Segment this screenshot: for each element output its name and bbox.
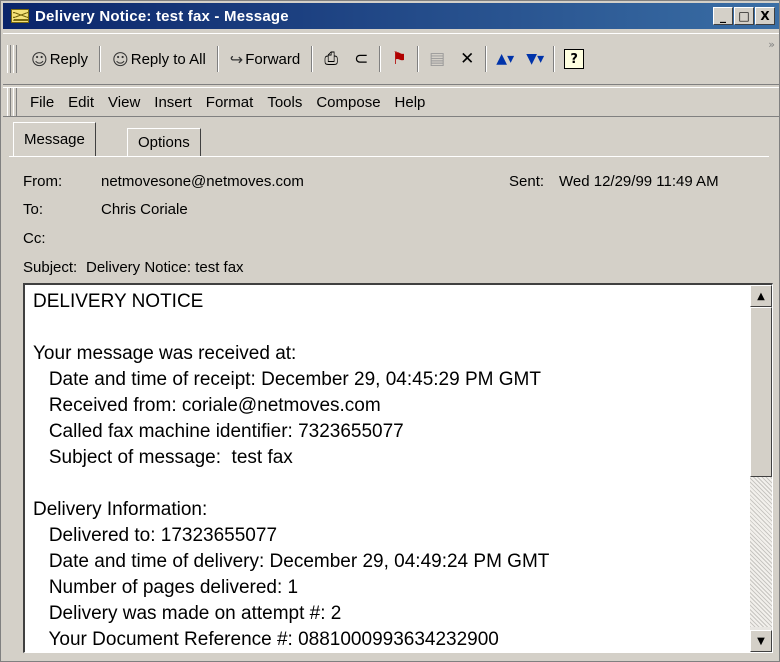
next-icon[interactable]: ▼▾ [520,44,550,74]
body-line [33,315,743,341]
print-icon[interactable]: ⎙ [316,44,346,74]
maximize-button[interactable]: □ [734,7,754,25]
menu-edit[interactable]: Edit [61,94,101,111]
to-value[interactable]: Chris Coriale [101,201,188,218]
reply-all-icon: ☺ [112,49,129,69]
body-line: Received from: coriale@netmoves.com [33,395,381,416]
sent-label: Sent: [509,173,545,190]
envelope-icon [11,9,29,23]
reply-all-label: Reply to All [130,50,206,68]
toolbar-separator [99,46,102,72]
scroll-thumb[interactable] [750,307,772,477]
tab-options[interactable]: Options [127,128,201,156]
menu-compose[interactable]: Compose [309,94,387,111]
menu-help[interactable]: Help [388,94,433,111]
reply-icon: ☺ [31,49,48,69]
body-line: Date and time of delivery: December 29, … [33,551,550,572]
reply-label: Reply [49,50,89,68]
scroll-track[interactable] [750,477,772,627]
close-button[interactable]: X [755,7,775,25]
toolbar-separator [216,46,219,72]
sent-value: Wed 12/29/99 11:49 AM [559,173,719,190]
message-body-text: DELIVERY NOTICE Your message was receive… [33,289,743,652]
toolbar-more-icon[interactable]: » [768,38,775,51]
body-line: Called fax machine identifier: 732365507… [33,421,404,442]
forward-label: Forward [245,50,301,68]
body-line: DELIVERY NOTICE [33,291,204,312]
toolbar-separator [379,46,382,72]
flag-icon[interactable]: ⚑ [384,44,414,74]
tab-message[interactable]: Message [13,122,96,156]
help-icon[interactable]: ? [564,49,585,69]
body-line: Date and time of receipt: December 29, 0… [33,369,541,390]
attach-icon[interactable]: ⊂ [346,44,376,74]
body-line: Your Document Reference #: 0881000993634… [33,629,499,650]
reply-button[interactable]: ☺ Reply [23,44,96,74]
forward-icon: ↪ [229,49,244,69]
toolbar-grip[interactable] [7,45,11,73]
message-window: Delivery Notice: test fax - Message _ □ … [0,0,780,662]
menu-grip-inner [13,88,17,116]
menu-file[interactable]: File [23,94,61,111]
body-line: Delivery was made on attempt #: 2 [33,603,342,624]
move-icon[interactable]: ▤ [422,44,452,74]
delete-icon[interactable]: ✕ [452,44,482,74]
title-bar[interactable]: Delivery Notice: test fax - Message _ □ … [3,3,779,29]
toolbar-separator [311,46,314,72]
forward-button[interactable]: ↪ Forward [222,44,308,74]
menu-bar: File Edit View Insert Format Tools Compo… [3,87,779,117]
subject-label: Subject: [23,259,78,276]
window-controls: _ □ X [712,7,775,25]
tab-divider [9,156,769,157]
vertical-scrollbar[interactable]: ▲ ▼ [750,285,772,652]
standard-toolbar: ☺ Reply ☺ Reply to All ↪ Forward ⎙ ⊂ ⚑ ▤… [3,33,779,85]
body-line [33,471,743,497]
minimize-button[interactable]: _ [713,7,733,25]
message-body[interactable]: DELIVERY NOTICE Your message was receive… [23,283,773,653]
reply-all-button[interactable]: ☺ Reply to All [104,44,214,74]
body-line: Number of pages delivered: 1 [33,577,299,598]
toolbar-separator [553,46,556,72]
menu-view[interactable]: View [101,94,147,111]
window-title: Delivery Notice: test fax - Message [35,7,289,25]
to-label: To: [23,201,44,218]
toolbar-separator [417,46,420,72]
toolbar-grip-inner [13,45,17,73]
subject-value: Delivery Notice: test fax [86,259,244,276]
menu-format[interactable]: Format [199,94,261,111]
menu-grip[interactable] [7,88,11,116]
body-line: Delivery Information: [33,499,208,520]
cc-label: Cc: [23,230,46,247]
scroll-down-icon[interactable]: ▼ [750,630,772,652]
body-line: Delivered to: 17323655077 [33,525,278,546]
menu-insert[interactable]: Insert [147,94,199,111]
body-line: Subject of message: test fax [33,447,293,468]
toolbar-separator [485,46,488,72]
menu-tools[interactable]: Tools [260,94,309,111]
previous-icon[interactable]: ▲▾ [490,44,520,74]
scroll-up-icon[interactable]: ▲ [750,285,772,307]
from-value[interactable]: netmovesone@netmoves.com [101,173,304,190]
message-tabs: Message Options [9,122,769,157]
from-label: From: [23,173,63,190]
body-line: Your message was received at: [33,343,297,364]
